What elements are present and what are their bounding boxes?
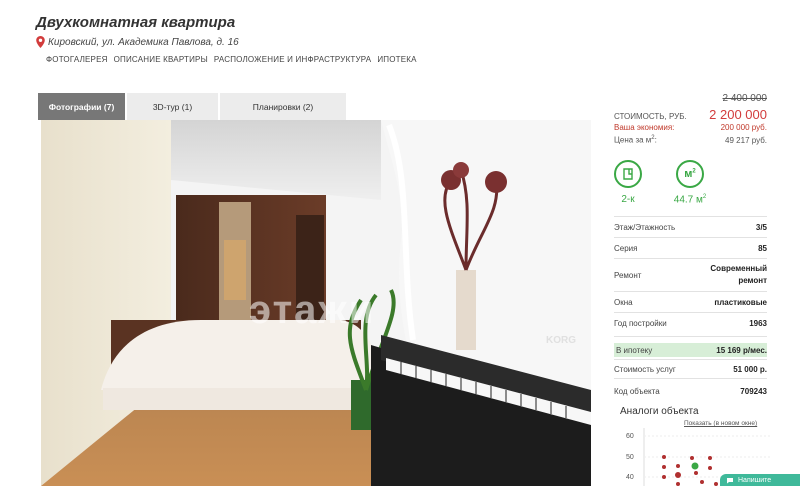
tab-3d-tour[interactable]: 3D-тур (1) bbox=[127, 93, 218, 120]
price-value: 2 200 000 bbox=[709, 107, 767, 122]
point bbox=[662, 465, 666, 469]
feature-mortgage[interactable]: В ипотеку 15 169 р/мес. bbox=[614, 343, 767, 357]
nav-mortgage[interactable]: ИПОТЕКА bbox=[377, 55, 416, 64]
nav-description[interactable]: ОПИСАНИЕ КВАРТИРЫ bbox=[114, 55, 208, 64]
analogs-title: Аналоги объекта bbox=[620, 406, 699, 417]
tab-floor-plans[interactable]: Планировки (2) bbox=[220, 93, 346, 120]
address-text: Кировский, ул. Академика Павлова, д. 16 bbox=[48, 36, 239, 48]
area-label: 44.7 м2 bbox=[673, 194, 707, 206]
point bbox=[714, 482, 718, 486]
price-row: СТОИМОСТЬ, РУБ. 2 200 000 bbox=[614, 107, 767, 122]
old-price: 2 400 000 bbox=[722, 93, 768, 104]
point bbox=[700, 480, 704, 484]
price-label: СТОИМОСТЬ, РУБ. bbox=[614, 112, 687, 121]
divider bbox=[614, 336, 767, 337]
apartment-photo[interactable]: KORG этажи bbox=[41, 120, 591, 486]
area-icon: м2 bbox=[684, 168, 696, 180]
divider bbox=[614, 291, 767, 292]
media-tabs: Фотографии (7) 3D-тур (1) Планировки (2) bbox=[38, 93, 346, 120]
analogs-link[interactable]: Показать (в новом окне) bbox=[684, 420, 757, 427]
chat-label: Напишите bbox=[738, 476, 772, 484]
divider bbox=[614, 378, 767, 379]
watermark: этажи bbox=[249, 288, 376, 332]
point bbox=[690, 456, 694, 460]
y-tick-60: 60 bbox=[626, 433, 634, 440]
feature-series: Серия 85 bbox=[614, 243, 767, 253]
current-object-point bbox=[691, 462, 699, 470]
feature-service-cost: Стоимость услуг 51 000 р. bbox=[614, 364, 767, 374]
point bbox=[708, 466, 712, 470]
point bbox=[675, 472, 681, 478]
divider bbox=[614, 359, 767, 360]
price-per-m2-row: Цена за м2: 49 217 руб. bbox=[614, 135, 767, 145]
chat-icon bbox=[727, 477, 733, 483]
tab-photos[interactable]: Фотографии (7) bbox=[38, 93, 125, 120]
analog-points bbox=[662, 455, 718, 486]
feature-renovation: Ремонт Современный ремонт bbox=[614, 264, 767, 285]
listing-title: Двухкомнатная квартира bbox=[36, 14, 236, 31]
price-per-m2-label: Цена за м2: bbox=[614, 135, 657, 145]
point bbox=[676, 464, 680, 468]
room-icon bbox=[623, 168, 633, 180]
feature-floor: Этаж/Этажность 3/5 bbox=[614, 222, 767, 232]
area-badge: м2 bbox=[676, 160, 704, 188]
point bbox=[662, 475, 666, 479]
y-tick-50: 50 bbox=[626, 454, 634, 461]
point bbox=[676, 482, 680, 486]
point bbox=[694, 471, 698, 475]
savings-label: Ваша экономия: bbox=[614, 123, 675, 132]
savings-row: Ваша экономия: 200 000 руб. bbox=[614, 123, 767, 132]
price-per-m2-value: 49 217 руб. bbox=[725, 135, 767, 145]
divider bbox=[614, 258, 767, 259]
point bbox=[662, 455, 666, 459]
point bbox=[708, 456, 712, 460]
feature-year: Год постройки 1963 bbox=[614, 318, 767, 328]
address: Кировский, ул. Академика Павлова, д. 16 bbox=[36, 36, 239, 48]
map-pin-icon bbox=[36, 36, 45, 48]
nav-location[interactable]: РАСПОЛОЖЕНИЕ И ИНФРАСТРУКТУРА bbox=[214, 55, 371, 64]
y-tick-40: 40 bbox=[626, 474, 634, 481]
piano-brand: KORG bbox=[546, 335, 576, 346]
divider bbox=[614, 216, 767, 217]
savings-value: 200 000 руб. bbox=[720, 123, 767, 132]
section-nav: ФОТОГАЛЕРЕЯ ОПИСАНИЕ КВАРТИРЫ РАСПОЛОЖЕН… bbox=[46, 55, 417, 64]
rooms-badge bbox=[614, 160, 642, 188]
feature-windows: Окна пластиковые bbox=[614, 297, 767, 307]
nav-gallery[interactable]: ФОТОГАЛЕРЕЯ bbox=[46, 55, 108, 64]
chat-widget[interactable]: Напишите bbox=[720, 474, 800, 486]
divider bbox=[614, 312, 767, 313]
divider bbox=[614, 237, 767, 238]
rooms-label: 2-к bbox=[621, 194, 635, 205]
feature-object-code: Код объекта 709243 bbox=[614, 386, 767, 396]
